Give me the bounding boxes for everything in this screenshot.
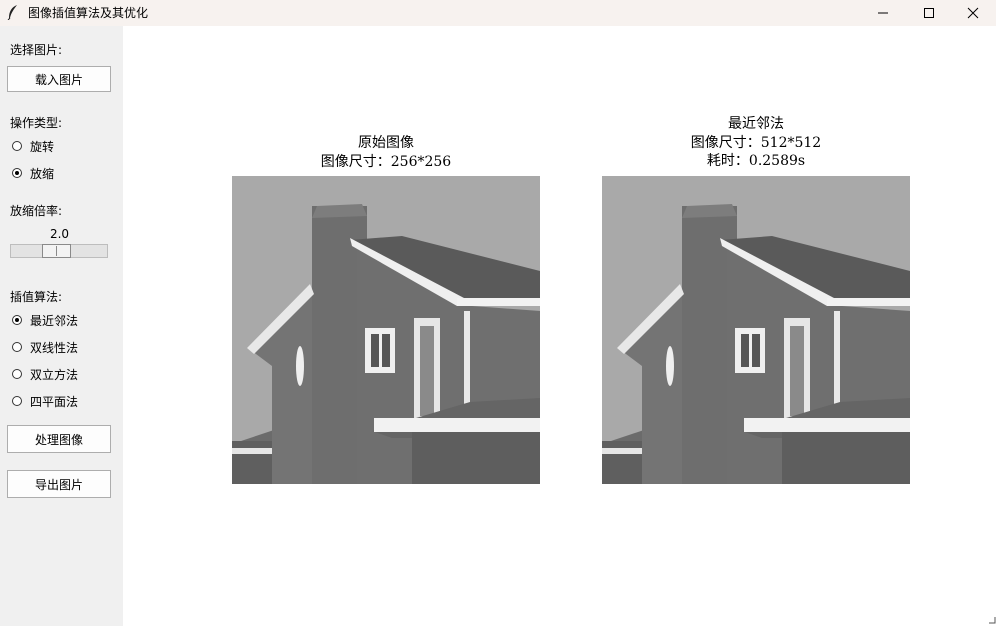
result-caption: 最近邻法 图像尺寸：512*512 耗时：0.2589s: [602, 115, 910, 171]
control-sidebar: 选择图片: 载入图片 操作类型: 旋转 放缩 放缩倍率: 2.0 插值算法: 最…: [0, 26, 123, 626]
maximize-button[interactable]: [906, 0, 952, 26]
scale-slider-thumb[interactable]: [42, 244, 71, 258]
interpolation-label: 插值算法:: [10, 290, 63, 304]
close-button[interactable]: [950, 0, 996, 26]
original-size: 图像尺寸：256*256: [320, 153, 452, 170]
radio-bilinear[interactable]: 双线性法: [12, 338, 78, 356]
radio-indicator: [12, 141, 22, 151]
radio-scale-label: 放缩: [30, 166, 55, 181]
scale-slider[interactable]: [10, 244, 108, 258]
radio-bilinear-label: 双线性法: [30, 340, 79, 355]
radio-scale[interactable]: 放缩: [12, 164, 54, 182]
window-title: 图像插值算法及其优化: [28, 6, 149, 20]
scale-factor-value: 2.0: [49, 227, 70, 241]
title-bar: 图像插值算法及其优化: [0, 0, 996, 26]
radio-bicubic-label: 双立方法: [30, 367, 79, 382]
feather-app-icon: [7, 5, 17, 20]
radio-four-plane-label: 四平面法: [30, 394, 79, 409]
house-photo-result: [602, 176, 910, 484]
radio-indicator: [12, 342, 22, 352]
process-image-button[interactable]: 处理图像: [7, 425, 111, 453]
resize-grip-icon[interactable]: [986, 614, 996, 624]
radio-nearest[interactable]: 最近邻法: [12, 311, 78, 329]
original-title: 原始图像: [358, 135, 414, 151]
radio-rotate-label: 旋转: [30, 139, 55, 154]
radio-nearest-label: 最近邻法: [30, 313, 79, 328]
minimize-button[interactable]: [860, 0, 906, 26]
radio-four-plane[interactable]: 四平面法: [12, 392, 78, 410]
radio-indicator: [12, 369, 22, 379]
operation-type-label: 操作类型:: [10, 116, 63, 130]
result-time: 耗时：0.2589s: [706, 153, 806, 169]
result-image: [602, 176, 910, 484]
result-size: 图像尺寸：512*512: [690, 134, 822, 151]
house-photo-original: [232, 176, 540, 484]
maximize-icon: [924, 8, 934, 18]
minimize-icon: [878, 12, 888, 14]
select-image-label: 选择图片:: [10, 43, 63, 57]
radio-rotate[interactable]: 旋转: [12, 137, 54, 155]
original-caption: 原始图像 图像尺寸：256*256: [232, 134, 540, 171]
result-title: 最近邻法: [728, 116, 784, 132]
original-image: [232, 176, 540, 484]
scale-factor-label: 放缩倍率:: [10, 204, 63, 218]
radio-indicator-selected: [12, 168, 22, 178]
load-image-button[interactable]: 载入图片: [7, 66, 111, 92]
export-image-button[interactable]: 导出图片: [7, 470, 111, 498]
close-icon: [967, 7, 979, 19]
radio-bicubic[interactable]: 双立方法: [12, 365, 78, 383]
radio-indicator: [12, 396, 22, 406]
radio-indicator-selected: [12, 315, 22, 325]
